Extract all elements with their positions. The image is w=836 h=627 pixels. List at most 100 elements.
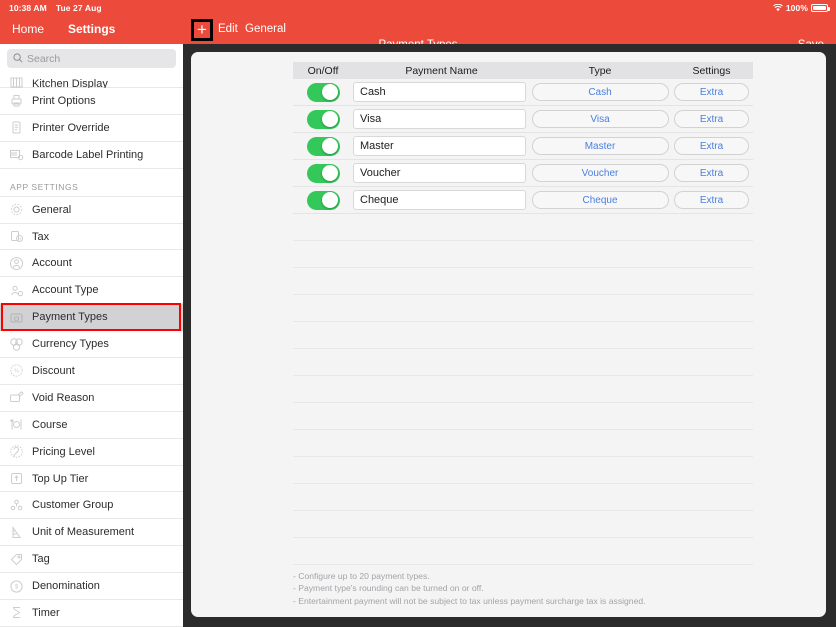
customer-group-icon	[8, 498, 24, 513]
payment-enabled-toggle[interactable]	[306, 163, 340, 183]
payment-type-button[interactable]: Visa	[531, 110, 669, 128]
sidebar-item-barcode-label-printing[interactable]: Barcode Label Printing	[0, 141, 183, 169]
payment-type-button[interactable]: Master	[531, 137, 669, 155]
timer-icon	[8, 605, 24, 620]
denomination-icon: $	[8, 579, 24, 594]
sidebar-item-pricing-level[interactable]: Pricing Level	[0, 438, 183, 466]
table-empty-row	[293, 430, 753, 457]
table-empty-row	[293, 214, 753, 241]
row-type-cell: Cash	[530, 83, 670, 101]
sidebar-item-general[interactable]: General	[0, 196, 183, 224]
toggle-knob	[322, 138, 338, 154]
sidebar-item-top-up-tier[interactable]: Top Up Tier	[0, 465, 183, 493]
sidebar-item-unit-of-measurement[interactable]: Unit of Measurement	[0, 519, 183, 547]
sidebar-list: Kitchen Display Print Options Printer Over…	[0, 72, 183, 627]
tag-icon	[8, 552, 24, 567]
sidebar-item-course[interactable]: Course	[0, 411, 183, 439]
row-name-cell	[353, 136, 530, 156]
printer-icon	[8, 93, 24, 108]
search-input[interactable]	[27, 52, 170, 65]
add-payment-type-button[interactable]: +	[191, 19, 213, 41]
status-bar: 10:38 AM Tue 27 Aug 100%	[0, 0, 836, 16]
status-date: Tue 27 Aug	[55, 3, 102, 13]
tax-icon: %	[8, 229, 24, 244]
payment-extra-button[interactable]: Extra	[674, 164, 749, 182]
sidebar-item-label: Pricing Level	[32, 445, 95, 458]
battery-percent: 100%	[785, 3, 808, 13]
sidebar-item-label: Tag	[32, 553, 50, 566]
gear-icon	[8, 202, 24, 217]
sidebar-item-label: Discount	[32, 364, 75, 377]
toggle-knob	[322, 192, 338, 208]
app-root: 10:38 AM Tue 27 Aug 100% Home Settings P…	[0, 0, 836, 627]
footer-note: - Payment type's rounding can be turned …	[293, 583, 484, 594]
edit-button[interactable]: Edit	[218, 23, 238, 35]
row-settings-cell: Extra	[670, 110, 753, 128]
sidebar-item-account-type[interactable]: Account Type	[0, 277, 183, 305]
payment-extra-button[interactable]: Extra	[674, 110, 749, 128]
row-name-cell	[353, 163, 530, 183]
sidebar: Kitchen Display Print Options Printer Over…	[0, 44, 183, 627]
row-toggle-cell	[293, 109, 353, 129]
row-type-cell: Master	[530, 137, 670, 155]
sidebar-item-account[interactable]: Account	[0, 250, 183, 278]
payment-extra-button[interactable]: Extra	[674, 137, 749, 155]
svg-text:%: %	[17, 236, 21, 241]
sidebar-item-void-reason[interactable]: Void Reason	[0, 384, 183, 412]
nav-settings-title: Settings	[68, 22, 116, 36]
sidebar-item-label: Void Reason	[32, 391, 95, 404]
table-empty-row	[293, 295, 753, 322]
table-empty-row	[293, 322, 753, 349]
toggle-knob	[322, 84, 338, 100]
sidebar-item-customer-group[interactable]: Customer Group	[0, 492, 183, 520]
search-container	[0, 44, 183, 72]
sidebar-item-kitchen-display[interactable]: Kitchen Display	[0, 72, 183, 90]
sidebar-item-label: Barcode Label Printing	[32, 148, 144, 161]
sidebar-item-currency-types[interactable]: Currency Types	[0, 331, 183, 359]
general-button[interactable]: General	[245, 23, 286, 35]
payment-enabled-toggle[interactable]	[306, 136, 340, 156]
table-row: Voucher Extra	[293, 160, 753, 187]
payment-name-input[interactable]	[353, 190, 526, 210]
payment-enabled-toggle[interactable]	[306, 82, 340, 102]
sidebar-item-denomination[interactable]: $ Denomination	[0, 573, 183, 601]
payment-type-button[interactable]: Voucher	[531, 164, 669, 182]
sidebar-item-printer-override[interactable]: Printer Override	[0, 114, 183, 142]
top-up-tier-icon	[8, 471, 24, 486]
sidebar-item-label: Course	[32, 418, 68, 431]
account-icon	[8, 256, 24, 271]
nav-home-button[interactable]: Home	[12, 22, 44, 36]
payment-name-input[interactable]	[353, 136, 526, 156]
row-toggle-cell	[293, 163, 353, 183]
header-payment-name: Payment Name	[405, 64, 478, 77]
footer-note: - Configure up to 20 payment types.	[293, 570, 430, 581]
payment-enabled-toggle[interactable]	[306, 190, 340, 210]
payment-enabled-toggle[interactable]	[306, 109, 340, 129]
payment-extra-button[interactable]: Extra	[674, 83, 749, 101]
sidebar-item-tag[interactable]: Tag	[0, 546, 183, 574]
payment-type-button[interactable]: Cheque	[531, 191, 669, 209]
sidebar-item-timer[interactable]: Timer	[0, 600, 183, 627]
table-empty-row	[293, 349, 753, 376]
payment-name-input[interactable]	[353, 109, 526, 129]
payment-name-input[interactable]	[353, 163, 526, 183]
svg-text:$: $	[14, 584, 18, 590]
table-empty-row	[293, 268, 753, 295]
sidebar-item-label: Timer	[32, 606, 60, 619]
header-type: Type	[588, 64, 612, 77]
search-box[interactable]	[7, 49, 176, 68]
sidebar-item-tax[interactable]: % Tax	[0, 223, 183, 251]
wifi-icon	[773, 4, 783, 12]
sidebar-item-discount[interactable]: % Discount	[0, 358, 183, 385]
payment-name-input[interactable]	[353, 82, 526, 102]
sidebar-item-payment-types[interactable]: Payment Types	[0, 304, 183, 332]
row-name-cell	[353, 109, 530, 129]
table-empty-row	[293, 241, 753, 268]
table-empty-row	[293, 403, 753, 430]
sidebar-section-app-settings: APP SETTINGS	[0, 168, 183, 197]
payment-extra-button[interactable]: Extra	[674, 191, 749, 209]
payment-types-table: On/Off Payment Name Type Settings Cash Ex…	[293, 62, 753, 565]
payment-type-button[interactable]: Cash	[531, 83, 669, 101]
sidebar-item-print-options[interactable]: Print Options	[0, 88, 183, 115]
status-right-group: 100%	[773, 3, 830, 13]
